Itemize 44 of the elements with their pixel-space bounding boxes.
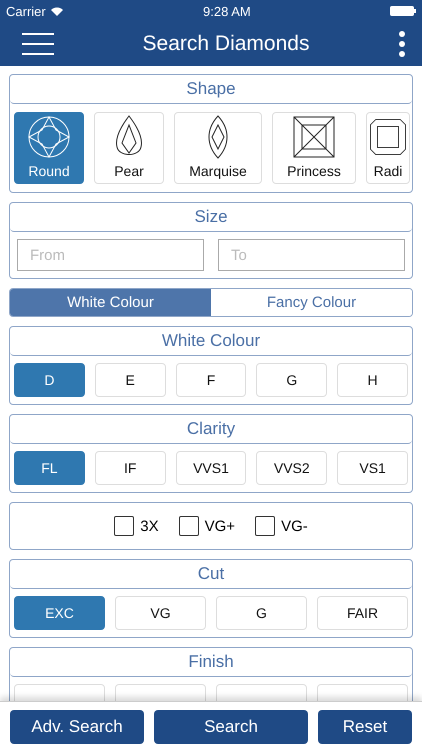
checkbox-label: VG- — [281, 518, 308, 534]
shape-button[interactable]: Radi — [366, 112, 410, 184]
section-title: Size — [10, 203, 412, 232]
section-title: Clarity — [10, 415, 412, 444]
status-time: 9:28 AM — [203, 4, 251, 18]
section-title: Cut — [10, 560, 412, 589]
action-button[interactable]: Reset — [318, 710, 412, 744]
option-button[interactable]: EXC — [14, 596, 105, 630]
option-button[interactable]: D — [14, 363, 85, 397]
option-button[interactable]: VG — [115, 596, 206, 630]
menu-icon[interactable] — [22, 33, 54, 55]
checkbox[interactable] — [114, 516, 134, 536]
option-button[interactable]: H — [337, 363, 408, 397]
option-button[interactable]: F — [176, 363, 246, 397]
section-title: White Colour — [10, 327, 412, 356]
option-button[interactable]: G — [216, 596, 307, 630]
checkbox-label: 3X — [140, 518, 159, 534]
carrier-label: Carrier — [6, 4, 46, 18]
checkbox[interactable] — [178, 516, 199, 536]
checkbox[interactable] — [255, 516, 276, 536]
battery-icon — [390, 6, 416, 16]
section-title: Shape — [10, 75, 412, 104]
page-title: Search Diamonds — [142, 32, 310, 56]
option-button[interactable]: VVS1 — [176, 451, 246, 485]
shape-button[interactable]: Round — [14, 112, 84, 184]
action-button[interactable]: Search — [154, 710, 308, 744]
shape-button[interactable]: Marquise — [174, 112, 262, 184]
option-button[interactable]: FAIR — [317, 596, 408, 630]
option-button[interactable]: E — [94, 363, 166, 397]
option-button[interactable]: G — [256, 363, 328, 397]
wifi-icon — [50, 6, 64, 16]
action-button[interactable]: Adv. Search — [10, 710, 144, 744]
option-button[interactable]: FL — [14, 451, 85, 485]
to-field[interactable]: To — [218, 239, 405, 271]
option-button[interactable]: VVS2 — [256, 451, 328, 485]
option-button[interactable]: VS1 — [337, 451, 408, 485]
shape-button[interactable]: Princess — [272, 112, 356, 184]
checkbox-label: VG+ — [204, 518, 236, 534]
more-icon[interactable] — [398, 31, 406, 57]
section-title: Finish — [10, 648, 412, 677]
shape-button[interactable]: Pear — [94, 112, 164, 184]
from-field[interactable]: From — [17, 239, 204, 271]
option-button[interactable]: IF — [94, 451, 166, 485]
colour-tab[interactable]: White Colour — [10, 289, 211, 316]
